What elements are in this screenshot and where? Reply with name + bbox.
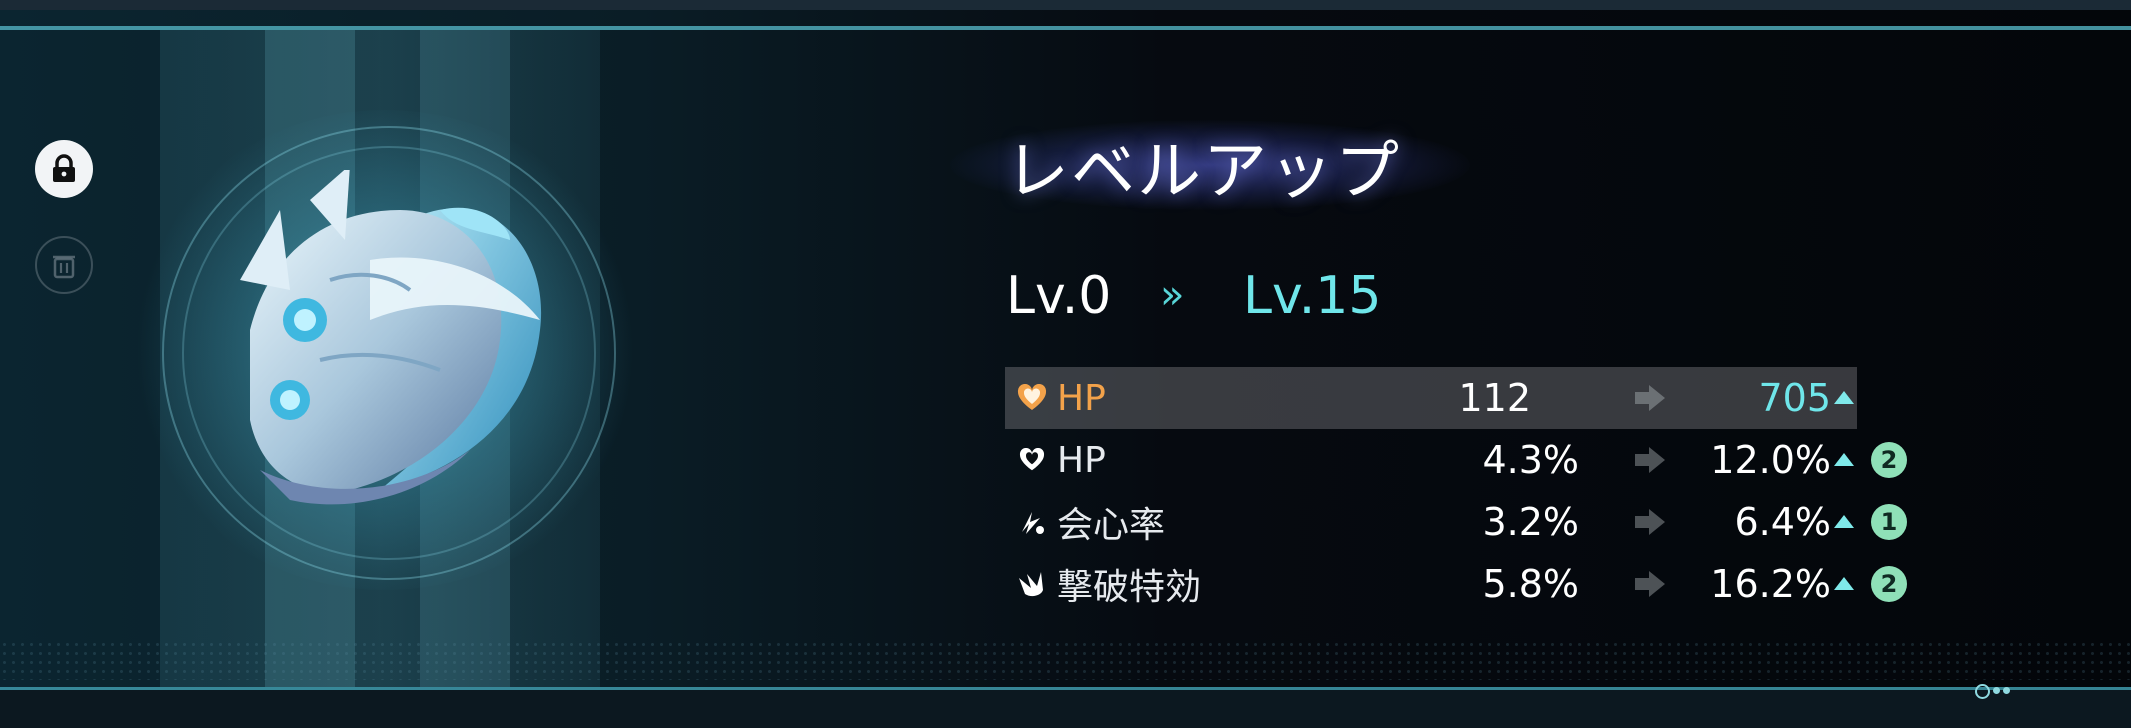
stat-row-hp-main: HP 112 705 [1005, 367, 1857, 429]
heart-icon [1017, 445, 1047, 475]
stat-old-value: 112 [1458, 376, 1531, 420]
stat-row-break-effect: 撃破特効 5.8% 16.2% 2 [1005, 553, 1907, 615]
heart-icon [1017, 383, 1047, 413]
page-dot[interactable] [1993, 687, 2000, 694]
arrow-right-icon [1635, 509, 1665, 535]
lock-icon [53, 154, 75, 182]
relic-helmet-image [240, 170, 542, 505]
upgrade-count-badge: 1 [1871, 504, 1907, 540]
page-dot[interactable] [2003, 687, 2010, 694]
break-effect-icon [1017, 569, 1047, 599]
level-from: Lv.0 [1006, 266, 1112, 326]
up-triangle-icon [1834, 515, 1854, 528]
stat-name: HP [1057, 439, 1106, 481]
up-triangle-icon [1834, 453, 1854, 466]
arrow-right-icon [1635, 385, 1665, 411]
arrow-right-icon [1635, 447, 1665, 473]
stat-new-value: 705 [1758, 376, 1831, 420]
stat-name: 撃破特効 [1057, 567, 1202, 608]
up-triangle-icon [1834, 577, 1854, 590]
page-indicator[interactable] [1975, 683, 2035, 699]
up-triangle-icon [1834, 391, 1854, 404]
crit-rate-icon [1017, 507, 1047, 537]
dot-pattern [0, 640, 2131, 680]
stat-row-hp-percent: HP 4.3% 12.0% 2 [1005, 429, 1907, 491]
lock-button[interactable] [35, 140, 93, 198]
stat-row-crit-rate: 会心率 3.2% 6.4% 1 [1005, 491, 1907, 553]
bottom-bar [0, 690, 2131, 728]
stat-new-value: 6.4% [1734, 500, 1831, 544]
upgrade-count-badge: 2 [1871, 566, 1907, 602]
arrow-right-icon [1635, 571, 1665, 597]
level-to: Lv.15 [1243, 266, 1382, 326]
stat-old-value: 4.3% [1482, 438, 1579, 482]
stat-list: HP 112 705 HP 4.3% 12.0% 2 会心率 3.2% 6.4% [1005, 367, 1907, 615]
discard-button[interactable] [35, 236, 93, 294]
stat-old-value: 5.8% [1482, 562, 1579, 606]
stat-name: 会心率 [1057, 505, 1166, 546]
top-bar [0, 0, 2131, 10]
stat-name: HP [1057, 377, 1106, 419]
level-up-screen: レベルアップ Lv.0 » Lv.15 HP 112 705 HP 4.3% 1… [0, 0, 2131, 728]
upgrade-count-badge: 2 [1871, 442, 1907, 478]
stat-old-value: 3.2% [1482, 500, 1579, 544]
page-dot-current[interactable] [1975, 684, 1990, 699]
trash-icon [53, 255, 75, 279]
page-title: レベルアップ [1005, 135, 1401, 209]
stat-new-value: 12.0% [1710, 438, 1831, 482]
level-arrow-icon: » [1160, 272, 1185, 318]
stat-new-value: 16.2% [1710, 562, 1831, 606]
